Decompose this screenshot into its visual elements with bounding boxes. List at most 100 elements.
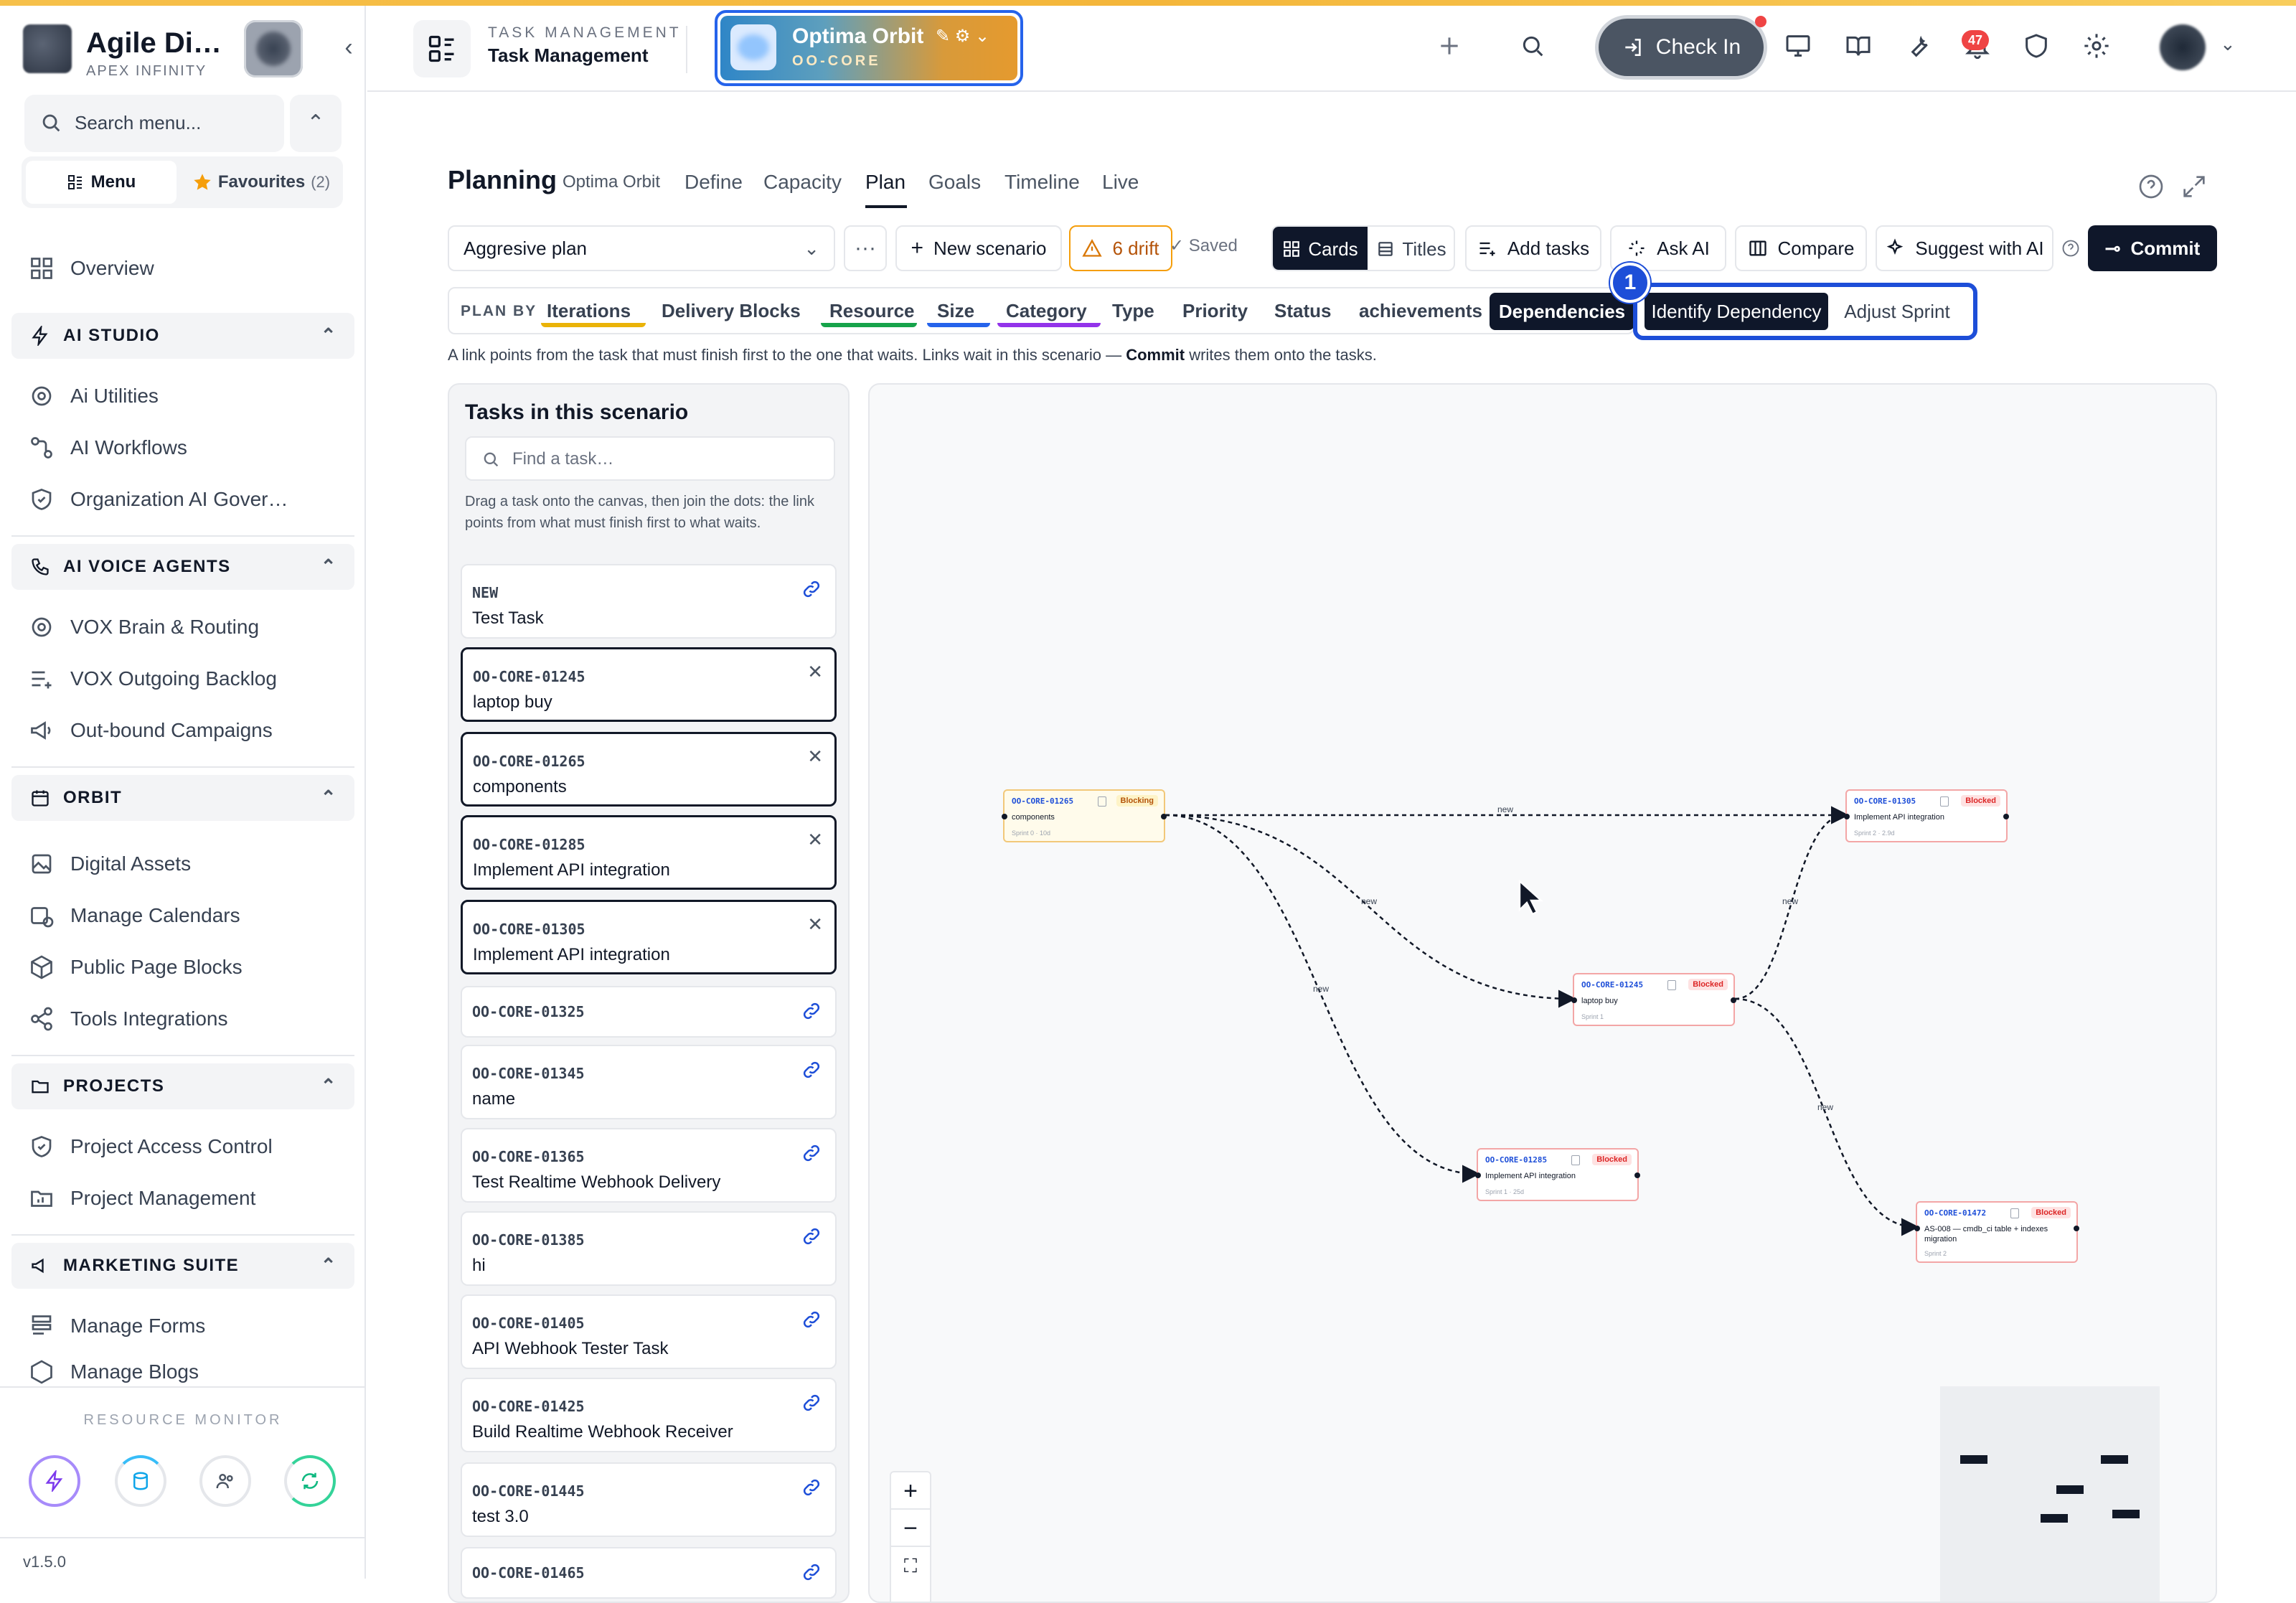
- section-marketing-suite[interactable]: MARKETING SUITE ⌃: [11, 1243, 354, 1289]
- dependency-edge[interactable]: [1734, 806, 1849, 1000]
- task-card[interactable]: OO-CORE-01425 Build Realtime Webhook Rece…: [461, 1378, 837, 1452]
- dependency-node[interactable]: OO-CORE-01245 Blocked laptop buy Sprint 1: [1571, 973, 1736, 1026]
- org-avatar[interactable]: [244, 20, 303, 77]
- chevron-down-icon[interactable]: ⌄: [2220, 33, 2236, 55]
- monitor-icon[interactable]: [1779, 27, 1817, 65]
- remove-task-icon[interactable]: ✕: [807, 913, 823, 936]
- shield-icon[interactable]: [2018, 27, 2055, 65]
- link-icon[interactable]: [801, 1000, 822, 1022]
- sidebar-item-public-page-blocks[interactable]: Public Page Blocks: [29, 949, 344, 986]
- chevron-up-icon[interactable]: ⌃: [290, 95, 342, 152]
- collapse-sidebar-icon[interactable]: ‹: [336, 34, 362, 60]
- task-card[interactable]: OO-CORE-01385 hi: [461, 1211, 837, 1286]
- plan-by-type[interactable]: Type: [1112, 300, 1154, 322]
- tab-capacity[interactable]: Capacity: [763, 171, 842, 194]
- tab-timeline[interactable]: Timeline: [1004, 171, 1080, 194]
- cards-view-button[interactable]: Cards: [1273, 227, 1368, 270]
- link-icon[interactable]: [801, 1392, 822, 1414]
- link-icon[interactable]: [801, 1226, 822, 1247]
- node-handle-out[interactable]: [2074, 1226, 2079, 1231]
- node-handle-out[interactable]: [1161, 814, 1167, 819]
- tab-favourites[interactable]: Favourites (2): [184, 161, 339, 204]
- project-switcher[interactable]: Optima Orbit OO-CORE ✎ ⚙ ⌄: [715, 10, 1023, 86]
- task-card[interactable]: OO-CORE-01245 laptop buy ✕: [461, 647, 837, 722]
- sidebar-item-ai-workflows[interactable]: AI Workflows: [29, 429, 344, 466]
- section-ai-studio[interactable]: AI STUDIO ⌃: [11, 313, 354, 359]
- node-handle-in[interactable]: [1002, 814, 1007, 819]
- sidebar-item-outbound-campaigns[interactable]: Out-bound Campaigns: [29, 712, 344, 749]
- task-management-app-icon[interactable]: [413, 20, 471, 77]
- node-handle-in[interactable]: [1475, 1172, 1481, 1178]
- brand-logo[interactable]: [23, 24, 72, 73]
- check-in-button[interactable]: Check In: [1599, 19, 1764, 76]
- sidebar-item-ai-utilities[interactable]: Ai Utilities: [29, 377, 344, 415]
- expand-icon[interactable]: [2180, 172, 2208, 201]
- user-avatar[interactable]: [2160, 24, 2206, 70]
- task-card[interactable]: OO-CORE-01265 components ✕: [461, 732, 837, 807]
- dependency-node[interactable]: OO-CORE-01285 Blocked Implement API integr…: [1475, 1148, 1640, 1201]
- plan-by-delivery-blocks[interactable]: Delivery Blocks: [662, 300, 801, 322]
- node-handle-in[interactable]: [1844, 814, 1850, 819]
- plan-by-category[interactable]: Category: [1006, 300, 1087, 322]
- tab-menu[interactable]: Menu: [26, 161, 177, 204]
- identify-dependency-button[interactable]: Identify Dependency: [1645, 293, 1828, 330]
- node-handle-out[interactable]: [2003, 814, 2009, 819]
- tab-goals[interactable]: Goals: [928, 171, 981, 194]
- adjust-sprint-button[interactable]: Adjust Sprint: [1828, 293, 1966, 330]
- zoom-out-icon[interactable]: −: [891, 1510, 930, 1547]
- zoom-in-icon[interactable]: +: [891, 1472, 930, 1510]
- sidebar-item-project-management[interactable]: Project Management: [29, 1180, 344, 1217]
- plan-by-iterations[interactable]: Iterations: [547, 300, 631, 322]
- plan-by-priority[interactable]: Priority: [1182, 300, 1248, 322]
- sidebar-item-digital-assets[interactable]: Digital Assets: [29, 845, 344, 883]
- link-icon[interactable]: [801, 1309, 822, 1330]
- dependency-node[interactable]: OO-CORE-01265 Blocking components Sprint 0 …: [1002, 789, 1167, 842]
- remove-task-icon[interactable]: ✕: [807, 661, 823, 683]
- node-handle-out[interactable]: [1731, 997, 1736, 1003]
- plan-by-resource[interactable]: Resource: [829, 300, 915, 322]
- node-handle-out[interactable]: [1634, 1172, 1640, 1178]
- storage-gauge[interactable]: [115, 1455, 166, 1507]
- tab-live[interactable]: Live: [1102, 171, 1139, 194]
- plan-by-achievements[interactable]: achievements: [1359, 300, 1482, 322]
- link-icon[interactable]: [801, 1477, 822, 1498]
- gear-icon[interactable]: [2078, 27, 2115, 65]
- sidebar-item-tools-integrations[interactable]: Tools Integrations: [29, 1000, 344, 1038]
- sidebar-item-ai-governance[interactable]: Organization AI Gover…: [29, 481, 344, 518]
- link-icon[interactable]: [801, 1561, 822, 1583]
- task-card[interactable]: OO-CORE-01465: [461, 1547, 837, 1599]
- task-card[interactable]: OO-CORE-01345 name: [461, 1045, 837, 1119]
- search-icon[interactable]: [1514, 27, 1551, 65]
- node-handle-in[interactable]: [1571, 997, 1577, 1003]
- section-orbit[interactable]: ORBIT ⌃: [11, 775, 354, 821]
- search-menu-input[interactable]: Search menu...: [24, 95, 284, 152]
- task-card[interactable]: OO-CORE-01325: [461, 986, 837, 1038]
- task-card[interactable]: OO-CORE-01405 API Webhook Tester Task: [461, 1294, 837, 1369]
- wrench-icon[interactable]: [1900, 27, 1937, 65]
- section-ai-voice-agents[interactable]: AI VOICE AGENTS ⌃: [11, 544, 354, 590]
- task-card[interactable]: NEW Test Task: [461, 564, 837, 639]
- edit-icon[interactable]: ✎: [936, 27, 950, 46]
- commit-button[interactable]: ⊸ Commit: [2088, 225, 2217, 271]
- sidebar-item-manage-forms[interactable]: Manage Forms: [29, 1307, 344, 1345]
- scenario-select[interactable]: Aggresive plan ⌄: [448, 225, 835, 271]
- new-scenario-button[interactable]: + New scenario: [895, 225, 1062, 271]
- section-projects[interactable]: PROJECTS ⌃: [11, 1063, 354, 1109]
- sidebar-item-manage-calendars[interactable]: Manage Calendars: [29, 897, 344, 934]
- help-icon[interactable]: [2137, 172, 2165, 201]
- dependency-node[interactable]: OO-CORE-01305 Blocked Implement API integr…: [1844, 789, 2009, 842]
- task-card[interactable]: OO-CORE-01365 Test Realtime Webhook Deliv…: [461, 1128, 837, 1203]
- help-icon[interactable]: [2061, 238, 2081, 258]
- plan-by-size[interactable]: Size: [937, 300, 974, 322]
- sidebar-item-project-access-control[interactable]: Project Access Control: [29, 1128, 344, 1165]
- remove-task-icon[interactable]: ✕: [807, 829, 823, 851]
- node-handle-in[interactable]: [1914, 1226, 1920, 1231]
- plan-by-dependencies[interactable]: Dependencies: [1490, 293, 1634, 330]
- tab-plan[interactable]: Plan: [865, 171, 905, 194]
- remove-task-icon[interactable]: ✕: [807, 746, 823, 768]
- dependency-node[interactable]: OO-CORE-01472 Blocked AS-008 — cmdb_ci tab…: [1914, 1201, 2079, 1263]
- dependency-edge[interactable]: [1734, 997, 1919, 1236]
- suggest-with-ai-button[interactable]: Suggest with AI: [1876, 225, 2053, 271]
- task-card[interactable]: OO-CORE-01445 test 3.0: [461, 1462, 837, 1537]
- plan-by-status[interactable]: Status: [1274, 300, 1331, 322]
